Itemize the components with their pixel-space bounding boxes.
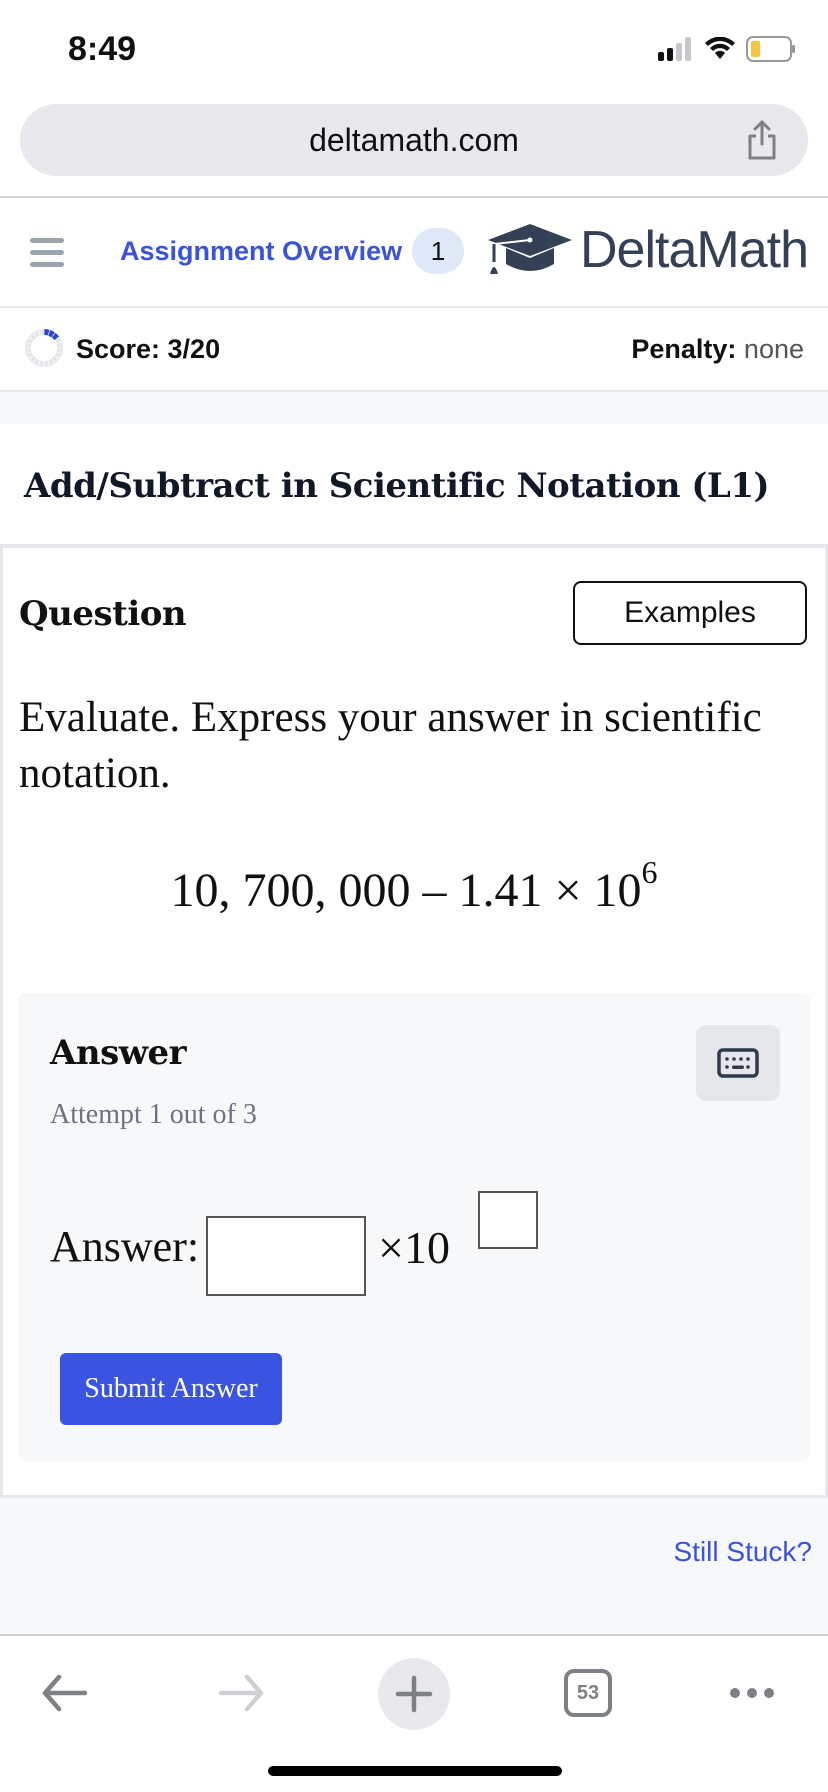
question-panel: Question Examples Evaluate. Express your… (0, 548, 828, 1498)
score-segment-remaining (38, 329, 44, 336)
hamburger-menu-icon[interactable] (30, 238, 64, 268)
score-segment-remaining (26, 337, 34, 344)
tab-count: 53 (564, 1669, 612, 1717)
graduation-cap-icon (488, 224, 572, 274)
spacer (0, 392, 828, 424)
plus-icon (395, 1675, 433, 1713)
new-tab-button[interactable] (378, 1658, 450, 1730)
url-text[interactable]: deltamath.com (20, 122, 808, 159)
keyboard-toggle-button[interactable] (696, 1025, 780, 1101)
score-segment-remaining (28, 355, 37, 364)
question-heading: Question (19, 594, 187, 634)
score-segment-remaining (56, 342, 63, 348)
tabs-button[interactable]: 53 (560, 1658, 616, 1728)
times-ten-label: ×10 (378, 1222, 450, 1273)
score-segment-remaining (51, 355, 60, 364)
score-segment-remaining (48, 358, 55, 366)
score-row: Score: 3/20 Penalty: none (0, 308, 828, 390)
examples-button[interactable]: Examples (573, 581, 807, 645)
score-progress-ring (25, 329, 63, 367)
score-segment-remaining (54, 337, 62, 344)
back-arrow-icon (42, 1674, 88, 1712)
expression-exponent: 6 (641, 854, 658, 890)
keyboard-icon (717, 1048, 759, 1078)
status-bar: 8:49 (0, 0, 828, 100)
score-segment-remaining (54, 352, 62, 359)
forward-arrow-icon (218, 1674, 264, 1712)
exponent-input[interactable] (478, 1191, 538, 1249)
home-indicator (268, 1766, 562, 1776)
expression-base: 10, 700, 000 – 1.41 × 10 (170, 864, 642, 917)
question-prompt: Evaluate. Express your answer in scienti… (19, 694, 762, 797)
forward-button[interactable] (206, 1658, 276, 1728)
score-segment-earned (44, 329, 50, 336)
app-header: Assignment Overview 1 DeltaMath (0, 198, 828, 308)
more-dots-icon (730, 1688, 774, 1698)
penalty: Penalty: none (631, 334, 804, 365)
battery-low-icon (746, 36, 795, 62)
cellular-signal-icon (658, 37, 691, 61)
answer-label: Answer: (50, 1222, 200, 1271)
score-segment-remaining (25, 348, 32, 354)
attempt-counter: Attempt 1 out of 3 (50, 1099, 257, 1130)
score-segment-remaining (26, 352, 34, 359)
score-segment-earned (51, 332, 60, 341)
penalty-label: Penalty: (631, 334, 737, 364)
score-segment-remaining (25, 342, 32, 348)
deltamath-logo[interactable]: DeltaMath (486, 220, 809, 280)
score-segment-remaining (33, 358, 40, 366)
math-expression: 10, 700, 000 – 1.41 × 106 (3, 854, 825, 918)
mantissa-input[interactable] (206, 1216, 366, 1296)
answer-card: Answer Attempt 1 out of 3 Answer: ×10 Su… (18, 993, 810, 1461)
more-button[interactable] (722, 1658, 782, 1728)
assignment-overview-link[interactable]: Assignment Overview (120, 236, 402, 267)
answer-row: Answer: ×10 (50, 1191, 550, 1296)
wifi-icon (705, 37, 735, 59)
assignment-badge[interactable]: 1 (412, 228, 464, 274)
share-icon[interactable] (742, 118, 782, 162)
answer-heading: Answer (50, 1033, 187, 1073)
score-segment-remaining (33, 330, 40, 338)
back-button[interactable] (30, 1658, 100, 1728)
score-segment-remaining (56, 348, 63, 354)
score-label: Score: 3/20 (76, 334, 221, 364)
still-stuck-link[interactable]: Still Stuck? (674, 1536, 813, 1568)
status-icons (658, 36, 796, 62)
submit-answer-button[interactable]: Submit Answer (60, 1353, 282, 1425)
address-bar[interactable]: deltamath.com (20, 104, 808, 176)
score-segment-remaining (38, 360, 44, 367)
penalty-value: none (743, 334, 804, 364)
score-segment-remaining (28, 332, 37, 341)
score-segment-earned (48, 330, 55, 338)
score-segment-remaining (44, 360, 50, 367)
status-time: 8:49 (68, 30, 137, 68)
logo-text: DeltaMath (580, 221, 809, 279)
problem-title: Add/Subtract in Scientific Notation (L1) (24, 466, 770, 506)
